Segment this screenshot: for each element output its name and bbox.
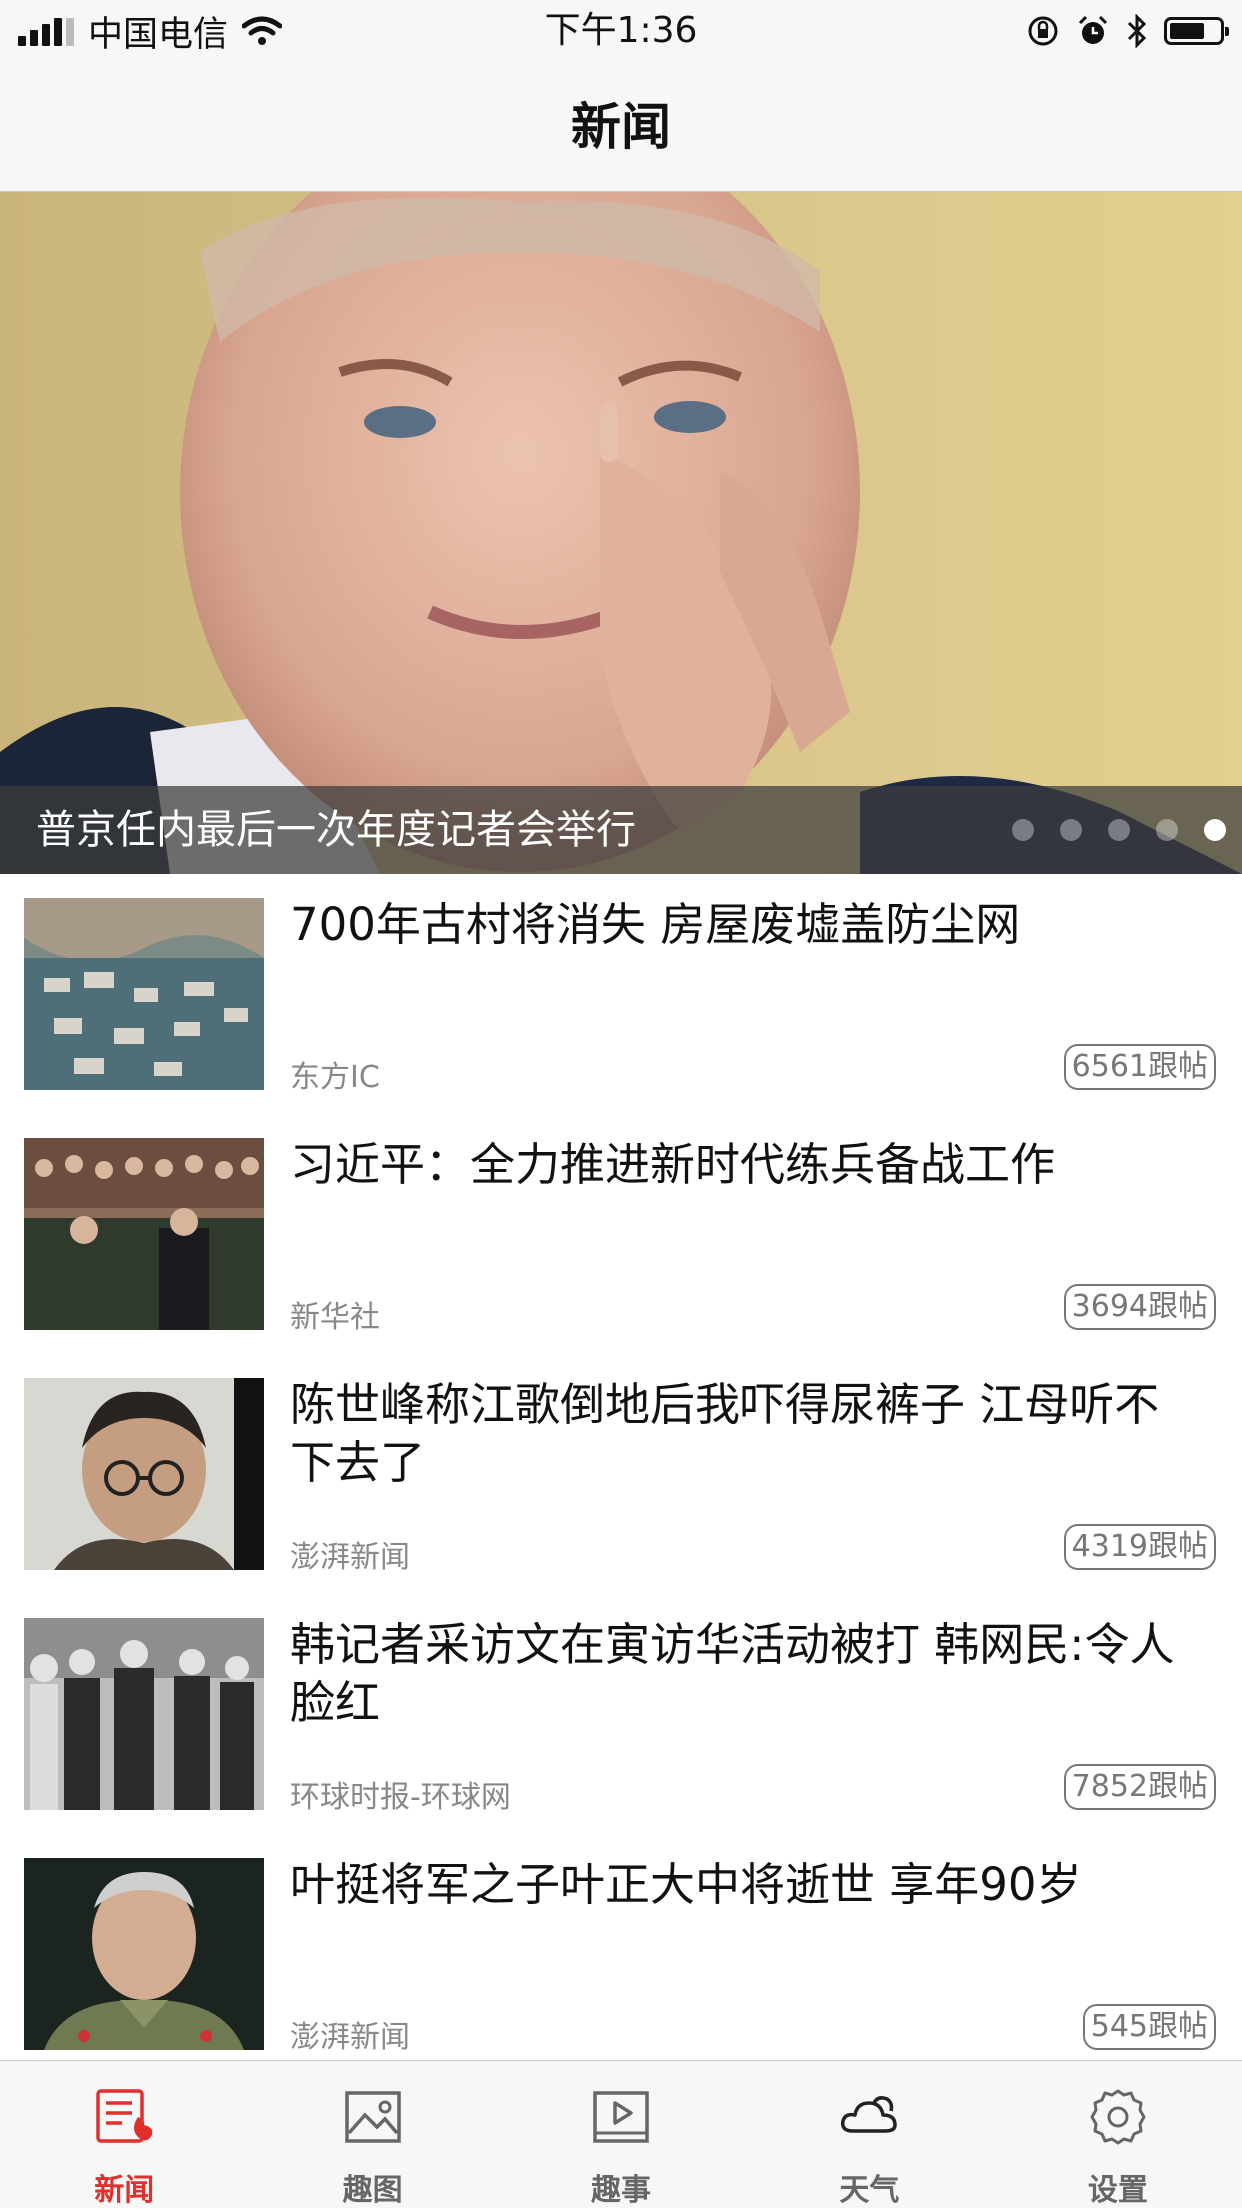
battery-level <box>1170 23 1204 39</box>
tab-pictures[interactable]: 趣图 <box>248 2061 496 2208</box>
video-icon <box>593 2091 649 2143</box>
tab-label: 趣事 <box>591 2173 652 2208</box>
news-title: 叶挺将军之子叶正大中将逝世 享年90岁 <box>290 1858 1082 1911</box>
rotation-lock-icon <box>1028 16 1058 46</box>
news-title: 陈世峰称江歌倒地后我吓得尿裤子 江母听不下去了 <box>290 1378 1160 1489</box>
news-item[interactable]: 陈世峰称江歌倒地后我吓得尿裤子 江母听不下去了 澎湃新闻 4319跟帖 <box>0 1354 1242 1594</box>
news-thumbnail <box>24 1618 264 1810</box>
tab-label: 新闻 <box>94 2173 155 2208</box>
alarm-icon <box>1078 15 1108 44</box>
tab-label: 天气 <box>839 2173 900 2208</box>
hero-image <box>0 192 1242 874</box>
page-dot[interactable] <box>1012 819 1034 841</box>
news-source: 东方IC <box>290 1060 380 1095</box>
tab-bar: 新闻 趣图 趣事 天气 设置 <box>0 2060 1242 2208</box>
news-source: 澎湃新闻 <box>290 1540 410 1575</box>
battery-icon <box>1164 17 1229 45</box>
cloud-icon <box>841 2096 898 2133</box>
tab-stories[interactable]: 趣事 <box>497 2061 745 2208</box>
tab-settings[interactable]: 设置 <box>994 2061 1242 2208</box>
page-dot[interactable] <box>1204 819 1226 841</box>
tab-label: 趣图 <box>342 2173 403 2208</box>
news-item[interactable]: 叶挺将军之子叶正大中将逝世 享年90岁 澎湃新闻 545跟帖 <box>0 1834 1242 2074</box>
news-list: 700年古村将消失 房屋废墟盖防尘网 东方IC 6561跟帖 习近平：全力推进新… <box>0 874 1242 2074</box>
gear-icon <box>1090 2089 1146 2145</box>
status-bar: 中国电信 下午1:36 <box>0 0 1242 62</box>
news-icon <box>96 2089 153 2143</box>
nav-bar: 新闻 <box>0 62 1242 192</box>
picture-icon <box>344 2091 401 2143</box>
news-item[interactable]: 韩记者采访文在寅访华活动被打 韩网民:令人脸红 环球时报-环球网 7852跟帖 <box>0 1594 1242 1834</box>
comment-count-badge[interactable]: 4319跟帖 <box>1063 1524 1216 1570</box>
hero-caption: 普京任内最后一次年度记者会举行 <box>36 807 636 853</box>
comment-count-badge[interactable]: 6561跟帖 <box>1063 1044 1216 1090</box>
news-title: 习近平：全力推进新时代练兵备战工作 <box>290 1138 1056 1191</box>
news-source: 环球时报-环球网 <box>290 1780 511 1815</box>
page-dot[interactable] <box>1156 819 1178 841</box>
news-source: 新华社 <box>290 1300 380 1335</box>
comment-count-badge[interactable]: 545跟帖 <box>1082 2004 1216 2050</box>
news-thumbnail <box>24 1378 264 1570</box>
tab-weather[interactable]: 天气 <box>745 2061 993 2208</box>
news-title: 韩记者采访文在寅访华活动被打 韩网民:令人脸红 <box>290 1618 1175 1729</box>
page-dot[interactable] <box>1108 819 1130 841</box>
news-item[interactable]: 习近平：全力推进新时代练兵备战工作 新华社 3694跟帖 <box>0 1114 1242 1354</box>
hero-banner[interactable]: 普京任内最后一次年度记者会举行 <box>0 192 1242 874</box>
comment-count-badge[interactable]: 7852跟帖 <box>1063 1764 1216 1810</box>
page-dot[interactable] <box>1060 819 1082 841</box>
news-thumbnail <box>24 1138 264 1330</box>
page-indicator[interactable] <box>1012 786 1226 874</box>
news-item[interactable]: 700年古村将消失 房屋废墟盖防尘网 东方IC 6561跟帖 <box>0 874 1242 1114</box>
page-title: 新闻 <box>571 98 671 156</box>
bluetooth-icon <box>1127 14 1147 48</box>
comment-count-badge[interactable]: 3694跟帖 <box>1063 1284 1216 1330</box>
tab-news[interactable]: 新闻 <box>0 2061 248 2208</box>
news-title: 700年古村将消失 房屋废墟盖防尘网 <box>290 898 1021 951</box>
news-source: 澎湃新闻 <box>290 2020 410 2055</box>
tab-label: 设置 <box>1087 2173 1148 2208</box>
hero-caption-bar: 普京任内最后一次年度记者会举行 <box>0 786 1242 874</box>
news-thumbnail <box>24 898 264 1090</box>
news-thumbnail <box>24 1858 264 2050</box>
